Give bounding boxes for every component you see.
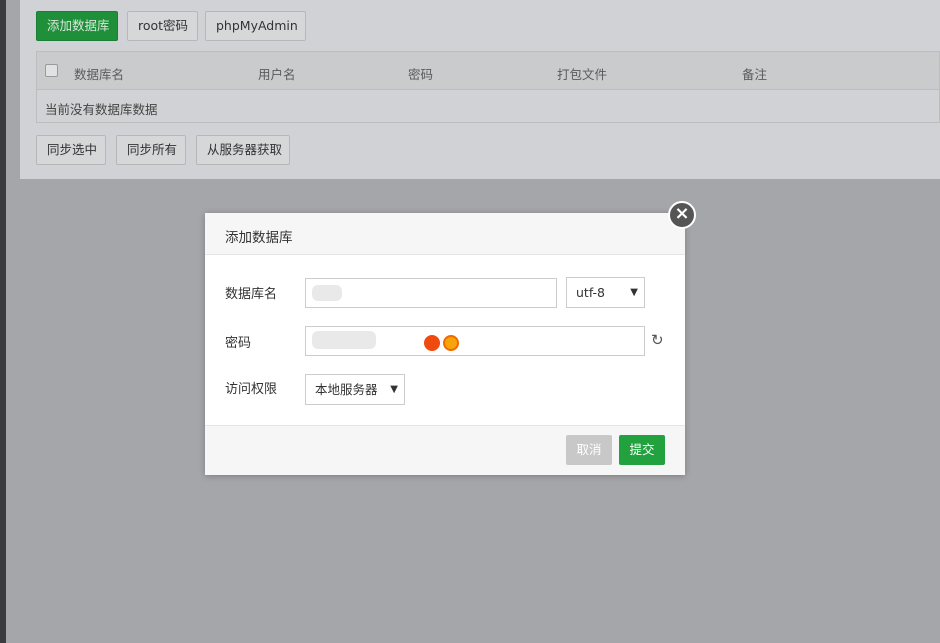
dialog-title: 添加数据库 [225,230,293,246]
access-select[interactable]: 本地服务器 ▼ [305,374,405,405]
db-name-label: 数据库名 [225,287,278,302]
left-gap [6,0,20,643]
refresh-icon[interactable]: ↻ [651,331,664,349]
chevron-down-icon: ▼ [630,287,638,298]
column-username: 用户名 [258,67,296,82]
fetch-from-server-button[interactable]: 从服务器获取 [196,135,290,165]
add-database-button[interactable]: 添加数据库 [36,11,118,41]
database-panel: 添加数据库 root密码 phpMyAdmin 数据库名 用户名 密码 打包文件… [20,0,940,179]
red-dot-icon [424,335,440,351]
redacted-db-name [312,285,342,301]
password-label: 密码 [225,336,252,351]
root-password-button[interactable]: root密码 [127,11,198,41]
close-icon[interactable]: × [668,201,696,229]
empty-table-message: 当前没有数据库数据 [45,102,158,117]
charset-select[interactable]: utf-8 ▼ [566,277,645,308]
table-header: 数据库名 用户名 密码 打包文件 备注 [37,52,939,90]
database-table: 数据库名 用户名 密码 打包文件 备注 当前没有数据库数据 [36,51,940,123]
db-name-input[interactable] [305,278,557,308]
column-password: 密码 [408,67,434,82]
column-db-name: 数据库名 [74,67,125,82]
access-label: 访问权限 [225,382,278,397]
orange-dot-icon [443,335,459,351]
redacted-password [312,331,376,349]
phpmyadmin-button[interactable]: phpMyAdmin [205,11,306,41]
password-input[interactable] [305,326,645,356]
sync-selected-button[interactable]: 同步选中 [36,135,106,165]
cancel-button[interactable]: 取消 [566,435,612,465]
column-remark: 备注 [742,67,768,82]
select-all-checkbox[interactable] [45,64,58,77]
sync-all-button[interactable]: 同步所有 [116,135,186,165]
chevron-down-icon: ▼ [390,384,398,395]
submit-button[interactable]: 提交 [619,435,665,465]
dialog-footer: 取消 提交 [205,425,685,475]
add-database-dialog: 添加数据库 数据库名 utf-8 ▼ 密码 ↻ 访问权限 本地服务器 ▼ 取消 … [205,213,685,475]
access-value: 本地服务器 [315,382,378,397]
charset-value: utf-8 [576,285,606,300]
column-backup-file: 打包文件 [557,67,608,82]
dialog-header: 添加数据库 [205,213,685,255]
